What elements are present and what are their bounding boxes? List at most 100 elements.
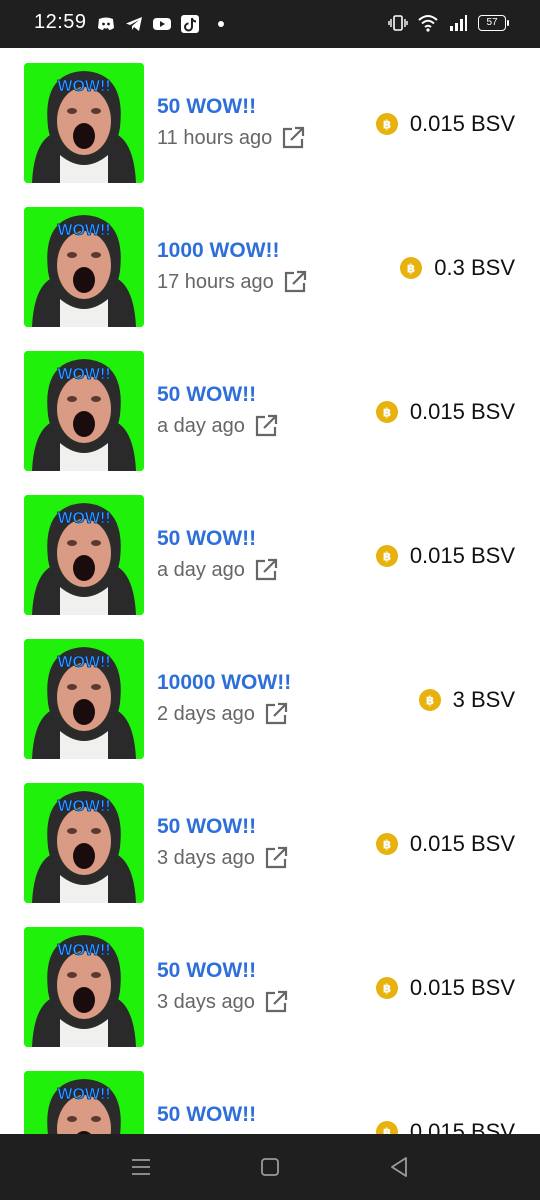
tip-amount: ฿ 0.015 BSV <box>375 111 515 137</box>
tip-amount-value: 0.015 BSV <box>409 1119 515 1134</box>
external-link-icon[interactable] <box>263 845 289 871</box>
thumb-wow-text: WOW!! <box>57 222 110 239</box>
tip-amount-value: 0.015 BSV <box>409 111 515 136</box>
tip-title[interactable]: 1000 WOW!! <box>157 239 280 263</box>
tip-amount: ฿ 0.015 BSV <box>375 399 515 425</box>
tip-title[interactable]: 50 WOW!! <box>157 527 256 551</box>
tip-amount: ฿ 0.015 BSV <box>375 543 515 569</box>
tip-row[interactable]: WOW!! 50 WOW!! ฿ 0.015 BSV <box>0 1056 540 1134</box>
battery-icon: 57 <box>478 15 509 31</box>
external-link-icon[interactable] <box>253 557 279 583</box>
tip-amount: ฿ 0.015 BSV <box>375 975 515 1001</box>
tip-amount-value: 0.015 BSV <box>409 543 515 568</box>
external-link-icon[interactable] <box>280 125 306 151</box>
tip-time: a day ago <box>157 414 245 437</box>
bitcoin-icon: ฿ <box>375 113 398 135</box>
thumb-wow-text: WOW!! <box>57 366 110 383</box>
external-link-icon[interactable] <box>282 269 308 295</box>
notification-dot <box>218 21 224 27</box>
tip-time: 2 days ago <box>157 702 255 725</box>
tip-title[interactable]: 50 WOW!! <box>157 959 256 983</box>
wow-meme-image: WOW!! <box>24 783 144 903</box>
tip-amount-value: 0.015 BSV <box>409 399 515 424</box>
tip-row[interactable]: WOW!! 50 WOW!! 11 hours ago ฿ 0.015 BSV <box>0 48 540 192</box>
wow-meme-image: WOW!! <box>24 207 144 327</box>
tip-amount-value: 0.015 BSV <box>409 831 515 856</box>
system-icons: 57 <box>388 13 509 33</box>
tip-row[interactable]: WOW!! 50 WOW!! 3 days ago ฿ 0.015 BSV <box>0 912 540 1056</box>
tip-thumbnail[interactable]: WOW!! <box>24 351 144 471</box>
bitcoin-icon: ฿ <box>375 833 398 855</box>
bitcoin-icon: ฿ <box>418 689 441 711</box>
wow-meme-image: WOW!! <box>24 639 144 759</box>
external-link-icon[interactable] <box>253 413 279 439</box>
tip-time-line: 3 days ago <box>157 989 289 1015</box>
external-link-icon[interactable] <box>263 989 289 1015</box>
tip-row[interactable]: WOW!! 1000 WOW!! 17 hours ago ฿ 0.3 BSV <box>0 192 540 336</box>
thumb-wow-text: WOW!! <box>57 510 110 527</box>
tip-thumbnail[interactable]: WOW!! <box>24 207 144 327</box>
thumb-wow-text: WOW!! <box>57 942 110 959</box>
svg-text:฿: ฿ <box>383 982 391 996</box>
tip-time-line: 2 days ago <box>157 701 289 727</box>
tip-row[interactable]: WOW!! 10000 WOW!! 2 days ago ฿ 3 BSV <box>0 624 540 768</box>
svg-text:฿: ฿ <box>383 118 391 132</box>
tip-title[interactable]: 10000 WOW!! <box>157 671 291 695</box>
notification-icons <box>96 14 224 34</box>
navigation-bar <box>0 1134 540 1200</box>
home-icon[interactable] <box>258 1155 282 1179</box>
svg-text:฿: ฿ <box>383 550 391 564</box>
tip-title[interactable]: 50 WOW!! <box>157 1103 256 1127</box>
thumb-wow-text: WOW!! <box>57 1086 110 1103</box>
bitcoin-icon: ฿ <box>375 401 398 423</box>
tip-amount: ฿ 0.015 BSV <box>375 1119 515 1135</box>
tip-thumbnail[interactable]: WOW!! <box>24 639 144 759</box>
tiktok-icon <box>181 15 199 33</box>
tip-title[interactable]: 50 WOW!! <box>157 95 256 119</box>
tip-thumbnail[interactable]: WOW!! <box>24 1071 144 1134</box>
wow-meme-image: WOW!! <box>24 351 144 471</box>
tip-title[interactable]: 50 WOW!! <box>157 383 256 407</box>
status-time: 12:59 <box>34 11 87 33</box>
wow-meme-image: WOW!! <box>24 1071 144 1134</box>
tip-time: 11 hours ago <box>157 126 273 149</box>
bitcoin-icon: ฿ <box>400 257 423 279</box>
tip-time: a day ago <box>157 558 245 581</box>
tip-time-line: a day ago <box>157 413 279 439</box>
discord-icon <box>98 17 114 30</box>
tip-row[interactable]: WOW!! 50 WOW!! a day ago ฿ 0.015 BSV <box>0 336 540 480</box>
telegram-icon <box>126 17 142 31</box>
wow-meme-image: WOW!! <box>24 63 144 183</box>
tip-amount: ฿ 0.3 BSV <box>400 255 515 281</box>
thumb-wow-text: WOW!! <box>57 798 110 815</box>
tip-time-line: 3 days ago <box>157 845 289 871</box>
tip-amount-value: 0.3 BSV <box>434 255 515 280</box>
svg-text:฿: ฿ <box>425 694 433 708</box>
back-icon[interactable] <box>387 1155 411 1179</box>
thumb-wow-text: WOW!! <box>57 654 110 671</box>
wow-meme-image: WOW!! <box>24 495 144 615</box>
tip-title[interactable]: 50 WOW!! <box>157 815 256 839</box>
tip-thumbnail[interactable]: WOW!! <box>24 63 144 183</box>
tip-row[interactable]: WOW!! 50 WOW!! a day ago ฿ 0.015 BSV <box>0 480 540 624</box>
external-link-icon[interactable] <box>263 701 289 727</box>
tip-time: 17 hours ago <box>157 270 274 293</box>
tip-thumbnail[interactable]: WOW!! <box>24 927 144 1047</box>
menu-icon[interactable] <box>129 1155 153 1179</box>
svg-text:฿: ฿ <box>383 1126 391 1135</box>
tip-thumbnail[interactable]: WOW!! <box>24 783 144 903</box>
status-bar: 12:59 57 <box>0 0 540 48</box>
tip-thumbnail[interactable]: WOW!! <box>24 495 144 615</box>
thumb-wow-text: WOW!! <box>57 78 110 95</box>
tip-time: 3 days ago <box>157 990 255 1013</box>
tips-feed[interactable]: WOW!! 50 WOW!! 11 hours ago ฿ 0.015 BSV WOW!!… <box>0 48 540 1134</box>
vibrate-icon <box>388 15 408 31</box>
bitcoin-icon: ฿ <box>375 1121 398 1135</box>
svg-text:฿: ฿ <box>383 838 391 852</box>
signal-icon <box>450 15 467 31</box>
svg-text:฿: ฿ <box>407 262 415 276</box>
tip-row[interactable]: WOW!! 50 WOW!! 3 days ago ฿ 0.015 BSV <box>0 768 540 912</box>
tip-time: 3 days ago <box>157 846 255 869</box>
bitcoin-icon: ฿ <box>375 545 398 567</box>
tip-amount-value: 3 BSV <box>452 687 515 712</box>
